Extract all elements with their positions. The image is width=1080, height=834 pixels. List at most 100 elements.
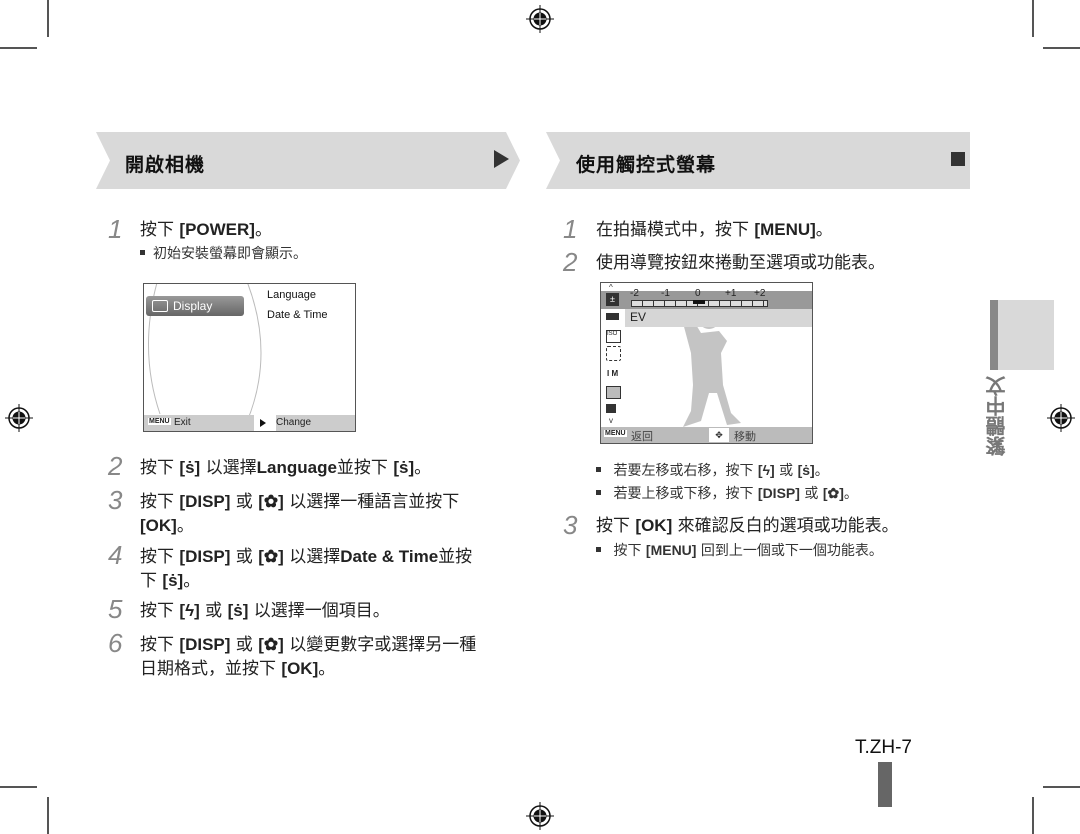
step-6-text: 按下 [DISP] 或 [✿] 以變更數字或選擇另一種 日期格式，並按下 [OK…	[140, 633, 476, 681]
step-text: 。	[254, 220, 272, 240]
step-text: 。	[318, 659, 336, 679]
crop-mark	[1032, 797, 1034, 834]
camera-screen-settings: Display Language Date & Time MENU Exit C…	[143, 283, 356, 432]
step-text: 若要上移或下移，按下	[613, 486, 758, 502]
ev-scale-tick: 0	[695, 288, 701, 299]
flash-button-icon: [ϟ]	[179, 601, 200, 620]
step-text: 或	[799, 486, 823, 502]
timer-button-icon: [ṡ]	[227, 601, 249, 620]
step-text: 按下	[140, 635, 180, 655]
macro-button-icon: [✿]	[258, 547, 284, 566]
quality-icon[interactable]	[606, 386, 621, 399]
step-number: 2	[563, 247, 578, 277]
crop-mark	[0, 47, 37, 49]
step-text: 並按下	[336, 458, 394, 478]
language-tab-label: 繁體中文	[985, 376, 1009, 456]
step-text: 按下	[140, 492, 180, 512]
step-text: 或	[199, 601, 228, 621]
ev-label-row	[625, 309, 812, 327]
step-text: 或	[230, 547, 259, 567]
iso-icon[interactable]: ISO	[606, 330, 621, 343]
menu-item-label: Display	[173, 299, 213, 313]
step-text: 。	[843, 486, 858, 502]
disp-key: [DISP]	[179, 547, 231, 566]
step-number: 3	[563, 510, 578, 540]
bullet-left-right: 若要左移或右移，按下 [ϟ] 或 [ṡ]。	[596, 460, 828, 481]
step-text: 或	[230, 635, 259, 655]
timer-button-icon: [ṡ]	[797, 462, 815, 478]
bullet-up-down: 若要上移或下移，按下 [DISP] 或 [✿]。	[596, 483, 858, 504]
registration-mark-icon	[1047, 404, 1075, 432]
size-icon[interactable]: I M	[607, 369, 618, 378]
ev-icon: ±	[606, 293, 619, 306]
option-date-time[interactable]: Date & Time	[267, 309, 328, 321]
section-title-right: 使用觸控式螢幕	[576, 154, 717, 176]
flash-button-icon: [ϟ]	[757, 462, 775, 478]
face-detect-off-icon[interactable]	[606, 346, 621, 361]
page-marker	[878, 762, 892, 807]
right-arrow-icon	[260, 419, 266, 427]
ev-scale-tick: +2	[754, 288, 766, 299]
step-1-text: 按下 [POWER]。	[140, 218, 272, 242]
right-step-2-text: 使用導覽按鈕來捲動至選項或功能表。	[596, 253, 885, 273]
step-text: 並按	[438, 547, 473, 567]
menu-key: [MENU]	[645, 542, 697, 558]
step-text: 在拍攝模式中，按下	[596, 220, 755, 240]
step-4-text: 按下 [DISP] 或 [✿] 以選擇Date & Time並按 下 [ṡ]。	[140, 545, 472, 593]
step-3-text: 按下 [DISP] 或 [✿] 以選擇一種語言並按下 [OK]。	[140, 490, 459, 538]
crop-mark	[47, 797, 49, 834]
step-5-text: 按下 [ϟ] 或 [ṡ] 以選擇一個項目。	[140, 599, 390, 623]
step-text: 來確認反白的選項或功能表。	[672, 516, 899, 536]
screen-footer: MENU Exit Change	[144, 415, 355, 431]
back-label: 返回	[631, 431, 653, 443]
step-text: 以變更數字或選擇另一種	[283, 635, 477, 655]
step-text: 按下	[613, 543, 646, 559]
registration-mark-icon	[526, 5, 554, 33]
flash-off-icon[interactable]	[606, 404, 616, 413]
menu-item-display[interactable]: Display	[146, 296, 244, 316]
step-text: 或	[230, 492, 259, 512]
screen-footer: MENU 返回 ✥ 移動	[601, 427, 812, 443]
step-text: 日期格式，並按下	[140, 659, 282, 679]
step-text: 下	[140, 571, 163, 591]
change-label: Change	[276, 417, 312, 428]
registration-mark-icon	[5, 404, 33, 432]
awb-icon	[606, 313, 619, 320]
step-text: 按下	[140, 458, 180, 478]
registration-mark-icon	[526, 802, 554, 830]
step-3-bullet: 按下 [MENU] 回到上一個或下一個功能表。	[596, 540, 883, 561]
disp-key: [DISP]	[179, 492, 231, 511]
step-text: 以選擇	[200, 458, 257, 478]
selected-option-label: EV	[630, 310, 647, 324]
step-2-text: 按下 [ṡ] 以選擇Language並按下 [ṡ]。	[140, 456, 431, 480]
step-text: 回到上一個或下一個功能表。	[696, 543, 883, 559]
step-number: 6	[108, 628, 123, 658]
step-text: 。	[414, 458, 432, 478]
step-text: 。	[183, 571, 201, 591]
move-label: 移動	[734, 431, 756, 443]
ev-scale-tick: +1	[725, 288, 737, 299]
crop-mark	[1043, 786, 1080, 788]
language-tab-marker	[990, 300, 998, 370]
disp-key: [DISP]	[179, 635, 231, 654]
date-time-word: Date & Time	[340, 547, 439, 566]
timer-button-icon: [ṡ]	[179, 458, 201, 477]
display-icon	[152, 300, 168, 312]
crop-mark	[47, 0, 49, 37]
disp-key: [DISP]	[757, 485, 800, 501]
menu-key: [MENU]	[754, 220, 816, 239]
section-title-left: 開啟相機	[125, 154, 206, 176]
scroll-down-icon[interactable]: v	[609, 416, 613, 425]
macro-button-icon: [✿]	[258, 492, 284, 511]
option-language[interactable]: Language	[267, 289, 316, 301]
page-number: T.ZH-7	[855, 737, 912, 758]
step-text: 。	[176, 516, 194, 536]
right-step-3-text: 按下 [OK] 來確認反白的選項或功能表。	[596, 514, 899, 538]
exit-label: Exit	[174, 417, 191, 428]
language-tab	[990, 300, 1054, 370]
step-text: 以選擇一個項目。	[248, 601, 390, 621]
step-text: 或	[774, 463, 798, 479]
timer-button-icon: [ṡ]	[393, 458, 415, 477]
nav-dpad-icon: ✥	[709, 428, 729, 442]
language-word: Language	[256, 458, 337, 477]
